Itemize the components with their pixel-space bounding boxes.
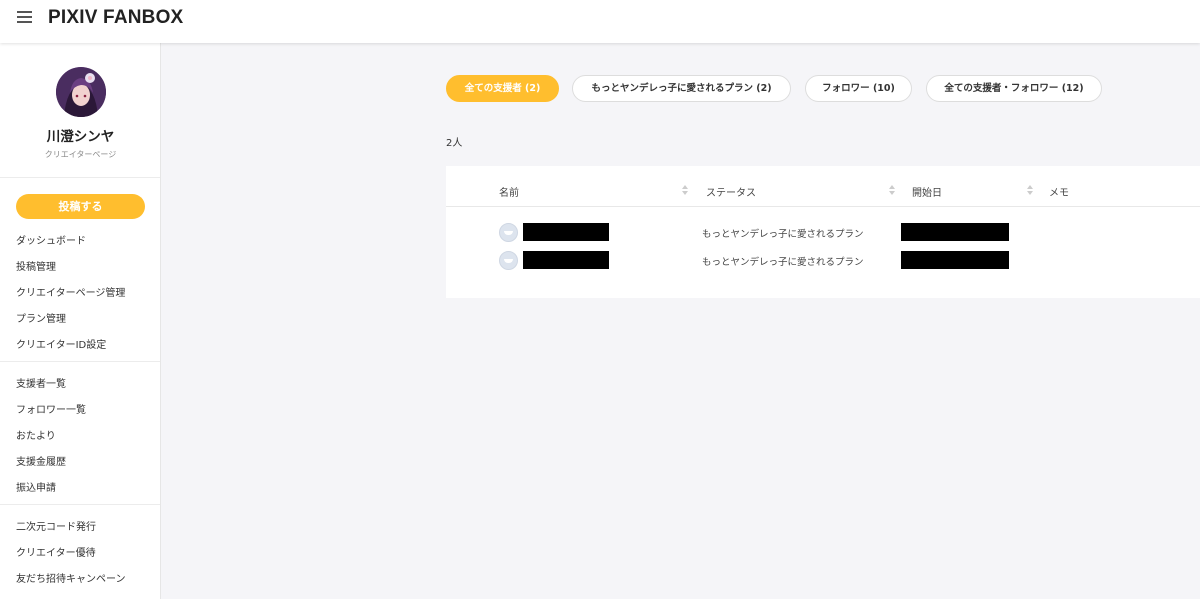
tab-followers[interactable]: フォロワー (10) <box>805 75 912 102</box>
sidebar-item-plan-management[interactable]: プラン管理 <box>16 310 66 325</box>
top-header: PIXIV FANBOX <box>0 0 1200 43</box>
table-header-divider <box>446 206 1200 207</box>
sidebar-item-invite-campaign[interactable]: 友だち招待キャンペーン <box>16 570 126 585</box>
sidebar-divider <box>0 361 160 362</box>
sidebar-item-followers[interactable]: フォロワー一覧 <box>16 401 86 416</box>
creator-name[interactable]: 川澄シンヤ <box>0 125 161 145</box>
sort-icon[interactable] <box>682 185 688 197</box>
sidebar-divider <box>0 177 160 178</box>
tab-all-supporters[interactable]: 全ての支援者 (2) <box>446 75 559 102</box>
sidebar-item-supporters[interactable]: 支援者一覧 <box>16 375 66 390</box>
sidebar-item-post-management[interactable]: 投稿管理 <box>16 258 56 273</box>
sidebar-item-qr-code[interactable]: 二次元コード発行 <box>16 518 96 533</box>
user-avatar-icon[interactable] <box>499 223 518 242</box>
table-row[interactable]: もっとヤンデレっ子に愛されるプラン <box>446 249 1200 271</box>
sidebar-item-dashboard[interactable]: ダッシュボード <box>16 232 86 247</box>
sidebar-divider <box>0 504 160 505</box>
creator-avatar[interactable] <box>56 67 106 117</box>
post-button[interactable]: 投稿する <box>16 194 145 219</box>
sort-icon[interactable] <box>889 185 895 197</box>
supporters-table: 名前 ステータス 開始日 メモ もっとヤンデレっ子に愛されるプラン もっとヤンデ… <box>446 166 1200 298</box>
redacted-start-date <box>901 251 1009 269</box>
redacted-name <box>523 223 609 241</box>
row-status: もっとヤンデレっ子に愛されるプラン <box>702 229 864 240</box>
redacted-start-date <box>901 223 1009 241</box>
sidebar-item-messages[interactable]: おたより <box>16 427 56 442</box>
redacted-name <box>523 251 609 269</box>
table-row[interactable]: もっとヤンデレっ子に愛されるプラン <box>446 221 1200 243</box>
sort-icon[interactable] <box>1027 185 1033 197</box>
sidebar-item-creator-benefits[interactable]: クリエイター優待 <box>16 544 96 559</box>
user-avatar-icon[interactable] <box>499 251 518 270</box>
row-status: もっとヤンデレっ子に愛されるプラン <box>702 257 864 268</box>
supporter-count: 2人 <box>446 138 463 149</box>
tab-plan-supporters[interactable]: もっとヤンデレっ子に愛されるプラン (2) <box>572 75 791 102</box>
column-header-memo: メモ <box>1049 188 1069 199</box>
tab-all-supporters-followers[interactable]: 全ての支援者・フォロワー (12) <box>926 75 1102 102</box>
sidebar-item-creator-id-settings[interactable]: クリエイターID設定 <box>16 336 106 351</box>
sidebar-item-transfer-request[interactable]: 振込申請 <box>16 479 56 494</box>
sidebar-item-creator-page-management[interactable]: クリエイターページ管理 <box>16 284 125 299</box>
creator-page-link[interactable]: クリエイターページ <box>0 149 161 160</box>
column-header-start-date[interactable]: 開始日 <box>912 184 942 199</box>
sidebar-item-support-history[interactable]: 支援金履歴 <box>16 453 66 468</box>
hamburger-menu-icon[interactable] <box>17 9 35 27</box>
sidebar: 川澄シンヤ クリエイターページ 投稿する ダッシュボード 投稿管理 クリエイター… <box>0 43 161 599</box>
fanbox-logo[interactable]: PIXIV FANBOX <box>48 7 183 29</box>
column-header-name[interactable]: 名前 <box>499 184 519 199</box>
column-header-status[interactable]: ステータス <box>706 184 756 199</box>
